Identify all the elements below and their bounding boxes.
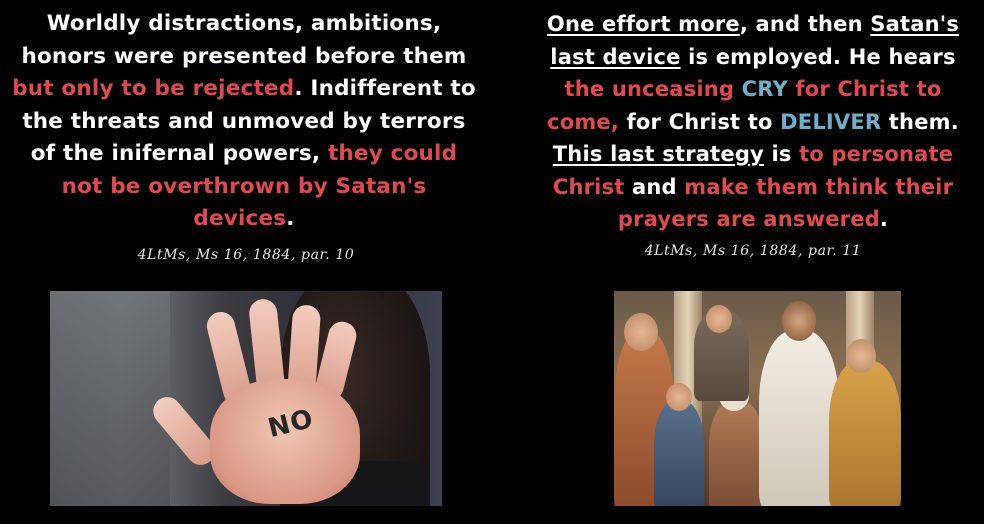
head-shape — [624, 313, 658, 351]
quote-segment: This last strategy — [552, 142, 764, 166]
right-quote: One effort more, and then Satan's last d… — [532, 8, 974, 236]
left-quote: Worldly distractions, ambitions, honors … — [8, 8, 480, 236]
quote-segment: DELIVER — [780, 109, 882, 134]
figure-shape — [829, 361, 901, 506]
quote-segment: Worldly distractions, ambitions, honors … — [21, 11, 467, 69]
figure-shape — [654, 401, 704, 506]
quote-segment: the unceasing — [564, 77, 742, 101]
quote-segment: CRY — [741, 77, 788, 101]
quote-segment: . — [286, 206, 295, 231]
palm-shape — [210, 379, 360, 504]
quote-segment: is — [763, 142, 800, 166]
quote-segment: them. — [881, 109, 959, 134]
christ-painting-image — [614, 291, 901, 506]
head-shape — [782, 301, 816, 341]
left-citation: 4LtMs, Ms 16, 1884, par. 10 — [137, 247, 355, 263]
quote-segment: . — [879, 207, 889, 231]
head-shape — [846, 339, 876, 373]
hand-no-image: NO — [50, 291, 442, 506]
quote-segment: for Christ to — [619, 109, 781, 134]
figure-shape — [709, 401, 764, 506]
background-blur — [50, 291, 170, 506]
quote-segment: and — [624, 174, 685, 199]
quote-segment: One effort more — [546, 12, 740, 36]
figure-shape — [759, 331, 839, 506]
head-shape — [666, 383, 692, 411]
quote-segment: , and then — [739, 12, 871, 36]
right-citation: 4LtMs, Ms 16, 1884, par. 11 — [644, 243, 862, 259]
quote-segment: is employed. He hears — [680, 44, 956, 69]
head-shape — [706, 305, 732, 333]
quote-segment: but only to be rejected — [12, 76, 295, 101]
